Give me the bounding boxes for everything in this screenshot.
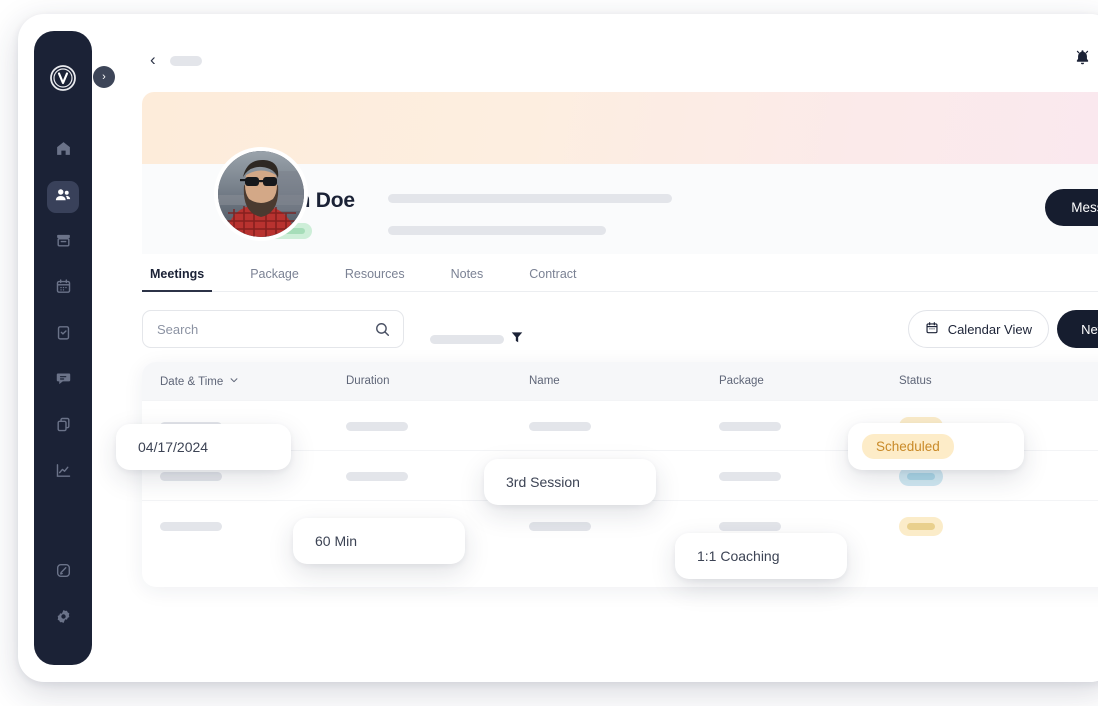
sidebar-collapse-toggle[interactable]: ›: [93, 66, 115, 88]
tab-notes[interactable]: Notes: [451, 267, 484, 291]
chat-bubble-icon: [55, 370, 72, 392]
gear-icon: [55, 608, 72, 630]
sidebar-item-analytics[interactable]: [47, 457, 79, 489]
filter-icon[interactable]: [510, 330, 524, 349]
callout-name: 3rd Session: [484, 459, 656, 505]
search-input[interactable]: [143, 311, 353, 347]
tab-package[interactable]: Package: [250, 267, 299, 291]
breadcrumb-placeholder: [170, 56, 202, 66]
message-button[interactable]: Message: [1045, 189, 1098, 226]
brand-v-logo-icon[interactable]: [48, 63, 78, 93]
sidebar-item-settings[interactable]: [47, 603, 79, 635]
column-header-duration[interactable]: Duration: [346, 375, 389, 387]
sidebar-item-home[interactable]: [47, 135, 79, 167]
new-meeting-button[interactable]: New Meeting: [1057, 310, 1098, 348]
tab-meetings[interactable]: Meetings: [141, 267, 213, 292]
status-badge-scheduled: Scheduled: [862, 434, 954, 459]
sidebar-bottom-nav: [47, 557, 79, 635]
cell-date-placeholder: [160, 472, 222, 481]
sidebar-item-tasks[interactable]: [47, 319, 79, 351]
search-icon[interactable]: [374, 321, 391, 343]
cell-duration-placeholder: [346, 422, 408, 431]
column-header-package[interactable]: Package: [719, 375, 764, 387]
chevron-down-icon: [229, 375, 239, 388]
table-header-row: Date & Time Duration Name Package Status: [142, 362, 1098, 400]
sidebar-item-calendar[interactable]: [47, 273, 79, 305]
back-button[interactable]: ‹: [150, 51, 156, 68]
pencil-square-icon: [55, 562, 72, 584]
sidebar-item-clients[interactable]: [47, 181, 79, 213]
main-content: ‹ Tom Doe Mes Meetings Package Resources…: [110, 14, 1098, 682]
notifications-button[interactable]: [1073, 48, 1092, 72]
user-avatar-photo: [218, 151, 304, 237]
archive-box-icon: [55, 232, 72, 254]
top-bar: ‹: [110, 14, 1098, 92]
sidebar: [34, 31, 92, 665]
avatar[interactable]: [214, 147, 308, 241]
cell-duration-placeholder: [346, 472, 408, 481]
cell-status-badge: [899, 517, 943, 536]
calendar-icon: [925, 321, 939, 338]
cell-name-placeholder: [529, 422, 591, 431]
cell-date-placeholder: [160, 522, 222, 531]
profile-detail-placeholder-2: [388, 226, 606, 235]
profile-tabs: Meetings Package Resources Notes Contrac…: [141, 254, 1098, 292]
callout-duration: 60 Min: [293, 518, 465, 564]
callout-status: Scheduled: [848, 423, 1024, 470]
tab-resources[interactable]: Resources: [345, 267, 405, 291]
table-toolbar: Calendar View New Meeting: [142, 310, 1098, 350]
sidebar-item-compose[interactable]: [47, 557, 79, 589]
people-icon: [54, 186, 72, 209]
chart-line-icon: [55, 462, 72, 484]
search-box[interactable]: [142, 310, 404, 348]
bell-icon: [1073, 50, 1092, 71]
column-header-date-time[interactable]: Date & Time: [160, 375, 239, 388]
sidebar-nav: [47, 135, 79, 489]
chevron-right-icon: ›: [102, 71, 106, 83]
table-row[interactable]: [142, 500, 1098, 550]
column-header-status[interactable]: Status: [899, 375, 932, 387]
calendar-view-button[interactable]: Calendar View: [907, 310, 1049, 348]
app-window: › ‹ Tom Doe Mes Meetings Package Resourc…: [18, 14, 1098, 682]
sidebar-item-archive[interactable]: [47, 227, 79, 259]
column-header-name[interactable]: Name: [529, 375, 560, 387]
home-icon: [55, 140, 72, 162]
tab-contract[interactable]: Contract: [529, 267, 576, 291]
clipboard-check-icon: [55, 324, 72, 346]
profile-detail-placeholder-1: [388, 194, 672, 203]
calendar-view-label: Calendar View: [947, 321, 1032, 337]
chevron-left-icon: ‹: [150, 50, 156, 69]
cell-package-placeholder: [719, 422, 781, 431]
documents-copy-icon: [55, 416, 72, 438]
cell-name-placeholder: [529, 522, 591, 531]
sidebar-item-files[interactable]: [47, 411, 79, 443]
calendar-icon: [55, 278, 72, 300]
callout-package: 1:1 Coaching: [675, 533, 847, 579]
sidebar-item-messages[interactable]: [47, 365, 79, 397]
callout-date: 04/17/2024: [116, 424, 291, 470]
filter-label-placeholder: [430, 335, 504, 344]
cell-package-placeholder: [719, 522, 781, 531]
cell-package-placeholder: [719, 472, 781, 481]
